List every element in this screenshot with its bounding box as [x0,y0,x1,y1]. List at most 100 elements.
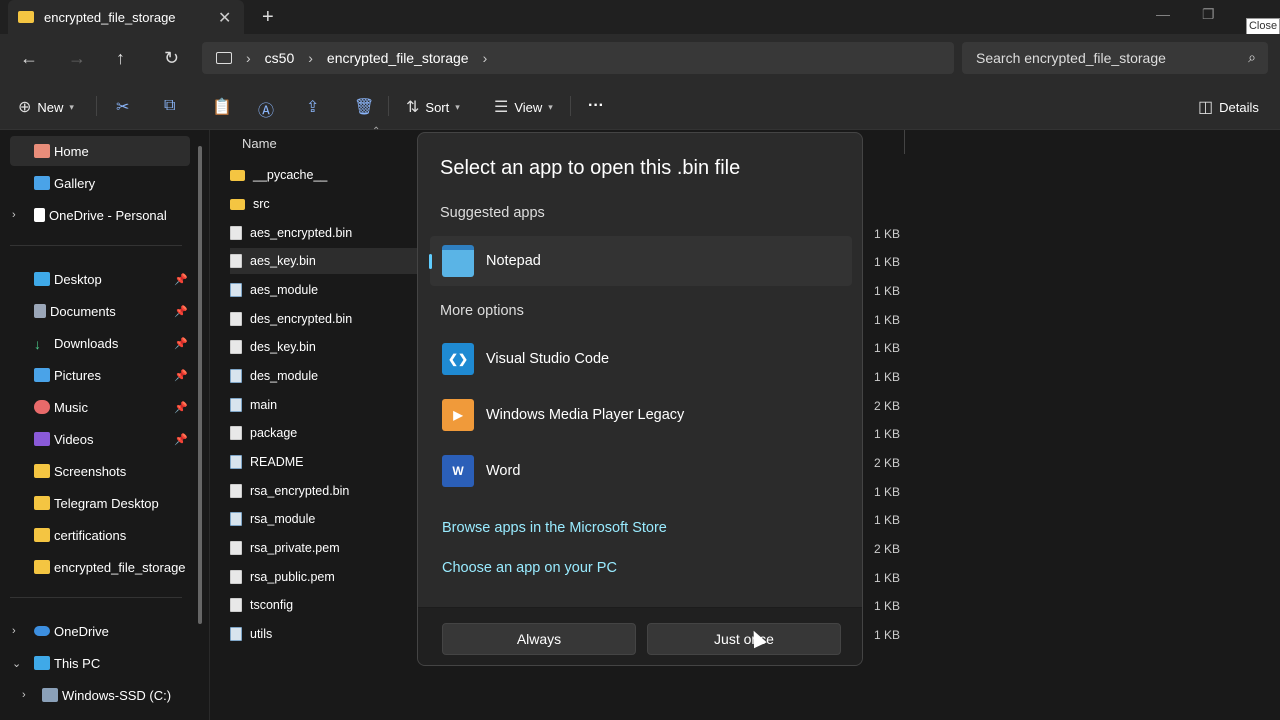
up-icon[interactable]: ↑ [116,48,125,69]
app-option-vscode[interactable]: ❮❯ Visual Studio Code [430,334,852,384]
divider [388,96,389,116]
dialog-title: Select an app to open this .bin file [440,157,741,179]
sidebar-item-videos[interactable]: Videos 📌 [10,424,190,454]
drive-icon [42,688,58,702]
minimize-icon[interactable]: — [1156,6,1170,22]
pin-icon[interactable]: 📌 [174,337,188,350]
refresh-icon[interactable]: ↻ [164,48,179,69]
app-option-word[interactable]: W Word [430,446,852,496]
sidebar-item-onedrive-personal[interactable]: › OneDrive - Personal [10,200,190,230]
file-row[interactable]: package [230,420,420,446]
sort-button[interactable]: ⇅ Sort ▾ [406,97,460,117]
forward-icon[interactable]: → [68,48,86,69]
file-row[interactable]: src [230,191,420,217]
file-row[interactable]: main [230,392,420,418]
file-row[interactable]: aes_encrypted.bin [230,220,420,246]
details-button[interactable]: ◫ Details [1198,97,1259,117]
sidebar-item-downloads[interactable]: ↓ Downloads 📌 [10,328,190,358]
column-header-name[interactable]: Name [242,136,277,151]
new-button[interactable]: ⊕ New ▾ [18,97,74,117]
restore-icon[interactable]: ❐ [1202,6,1215,23]
pin-icon[interactable]: 📌 [174,401,188,414]
rename-icon[interactable]: Ⓐ [258,97,274,121]
file-name: aes_encrypted.bin [250,226,353,240]
pin-icon[interactable]: 📌 [174,273,188,286]
chevron-right-icon[interactable]: › [12,625,16,637]
sidebar-item-pictures[interactable]: Pictures 📌 [10,360,190,390]
tab-close-icon[interactable]: ✕ [218,8,231,28]
file-row[interactable]: des_encrypted.bin [230,306,420,332]
file-row[interactable]: __pycache__ [230,162,420,188]
pin-icon[interactable]: 📌 [174,305,188,318]
file-row[interactable]: rsa_public.pem [230,564,420,590]
view-button[interactable]: ☰ View ▾ [494,97,553,117]
file-row[interactable]: README [230,449,420,475]
file-name: rsa_private.pem [250,541,340,555]
file-size: 1 KB [874,485,901,499]
file-name: tsconfig [250,598,294,612]
delete-icon[interactable]: 🗑 [354,97,374,117]
tab-encrypted-file-storage[interactable]: encrypted_file_storage [8,0,244,34]
chevron-right-icon[interactable]: › [483,50,488,66]
file-row[interactable]: utils [230,621,420,647]
sidebar-item-encrypted-file-storage[interactable]: encrypted_file_storage [10,552,190,582]
chevron-right-icon[interactable]: › [246,50,251,66]
app-option-windows-media-player[interactable]: ▶ Windows Media Player Legacy [430,390,852,440]
more-options-button[interactable]: ··· [588,97,604,115]
file-size: 1 KB [874,341,901,355]
sidebar-item-home[interactable]: Home [10,136,190,166]
copy-icon[interactable]: ⧉ [164,97,175,115]
sidebar-item-windows-ssd[interactable]: › Windows-SSD (C:) [10,680,190,710]
paste-icon[interactable]: 📋 [212,97,232,117]
file-row[interactable]: rsa_encrypted.bin [230,478,420,504]
cut-icon[interactable]: ✂ [116,97,129,117]
sidebar-item-label: certifications [54,527,127,543]
sidebar-item-gallery[interactable]: Gallery [10,168,190,198]
document-icon [34,208,45,222]
file-row[interactable]: tsconfig [230,592,420,618]
file-row-selected[interactable]: aes_key.bin [230,248,420,274]
command-bar [0,82,1280,130]
videos-icon [34,432,50,446]
sidebar-item-documents[interactable]: Documents 📌 [10,296,190,326]
new-tab-button[interactable]: + [262,6,274,29]
just-once-button[interactable]: Just once [647,623,841,655]
file-icon [230,570,242,584]
always-button[interactable]: Always [442,623,636,655]
file-row[interactable]: rsa_module [230,506,420,532]
sidebar-scrollbar[interactable] [198,146,202,624]
chevron-right-icon[interactable]: › [22,689,26,701]
sidebar-item-music[interactable]: Music 📌 [10,392,190,422]
file-size: 2 KB [874,456,901,470]
pin-icon[interactable]: 📌 [174,433,188,446]
app-option-notepad[interactable]: Notepad [429,236,852,286]
file-row[interactable]: aes_module [230,277,420,303]
sidebar-item-certifications[interactable]: certifications [10,520,190,550]
chevron-right-icon[interactable]: › [12,209,16,221]
search-input[interactable]: Search encrypted_file_storage ⌕ [962,42,1268,74]
search-placeholder: Search encrypted_file_storage [976,50,1166,66]
pin-icon[interactable]: 📌 [174,369,188,382]
back-icon[interactable]: ← [20,48,38,69]
breadcrumb-cs50[interactable]: cs50 [265,50,295,66]
computer-icon [34,656,50,670]
sidebar-item-desktop[interactable]: Desktop 📌 [10,264,190,294]
file-row[interactable]: des_key.bin [230,334,420,360]
sidebar-item-screenshots[interactable]: Screenshots [10,456,190,486]
chevron-down-icon[interactable]: ⌄ [12,657,21,670]
browse-store-link[interactable]: Browse apps in the Microsoft Store [442,520,667,536]
breadcrumb-encrypted-file-storage[interactable]: encrypted_file_storage [327,50,469,66]
sidebar-item-onedrive[interactable]: › OneDrive [10,616,190,646]
sort-label: Sort [425,99,450,115]
share-icon[interactable]: ⇪ [306,97,319,117]
sidebar-item-this-pc[interactable]: ⌄ This PC [10,648,190,678]
file-row[interactable]: rsa_private.pem [230,535,420,561]
choose-app-link[interactable]: Choose an app on your PC [442,560,617,576]
file-row[interactable]: des_module [230,363,420,389]
sidebar-item-label: Desktop [54,271,102,287]
address-bar[interactable]: › cs50 › encrypted_file_storage › [202,42,954,74]
chevron-right-icon[interactable]: › [308,50,313,66]
python-file-icon [230,627,242,641]
column-divider[interactable] [904,130,905,154]
sidebar-item-telegram-desktop[interactable]: Telegram Desktop [10,488,190,518]
